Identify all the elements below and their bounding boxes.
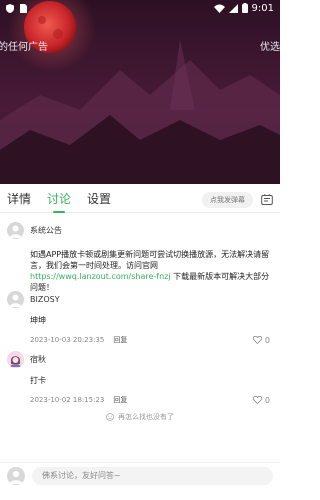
comment-text: 打卡: [30, 376, 46, 385]
like-button[interactable]: 0: [252, 395, 270, 405]
reply-button[interactable]: 回复: [113, 395, 127, 405]
player-page: 的任何广告 优选 9:01 详情 讨论 设置 点我发弹幕 系统公告 如遇APP播…: [0, 0, 280, 500]
comment-time: 2023-10-02 18:15:23: [30, 396, 105, 404]
comment-text: 如遇APP播放卡顿或剧集更新问题可尝试切换播放源，无法解决请留言，我们会第一时间…: [30, 249, 272, 293]
tab-details[interactable]: 详情: [7, 187, 31, 213]
smile-icon: [106, 413, 114, 421]
avatar: [7, 222, 24, 239]
official-site-link[interactable]: https://wwq.lanzout.com/share-fnzj: [30, 272, 171, 281]
end-tip-text: 再怎么找也没有了: [118, 413, 174, 421]
like-button[interactable]: 0: [252, 335, 270, 345]
danmaku-toggle-icon[interactable]: [261, 193, 273, 206]
reply-button[interactable]: 回复: [113, 335, 127, 345]
default-avatar-icon: [9, 294, 22, 307]
comment-username: BIZOSY: [30, 295, 60, 304]
list-item: 宿秋 打卡 2023-10-02 18:15:23 回复 0: [0, 351, 280, 406]
comment-input-bar: 佛系讨论，友好问答~: [0, 462, 280, 488]
comment-text: 坤坤: [30, 316, 46, 325]
tab-discussion[interactable]: 讨论: [47, 187, 71, 213]
user-avatar-image: [7, 351, 24, 368]
comment-meta: 2023-10-03 20:23:35 回复 0: [30, 334, 270, 346]
status-bar: 9:01: [0, 0, 280, 16]
clock: 9:01: [251, 2, 274, 14]
comment-username: 系统公告: [30, 226, 62, 235]
tab-bar: 详情 讨论 设置 点我发弹幕: [0, 187, 280, 213]
send-danmaku-button[interactable]: 点我发弹幕: [202, 191, 253, 208]
end-of-list-tip: 再怎么找也没有了: [0, 412, 280, 422]
wifi-icon: [213, 4, 225, 13]
signal-icon: [228, 3, 238, 13]
like-count: 0: [264, 395, 270, 405]
comment-time: 2023-10-03 20:23:35: [30, 336, 105, 344]
sim-icon: [20, 3, 27, 13]
list-item: 系统公告 如遇APP播放卡顿或剧集更新问题可尝试切换播放源，无法解决请留言，我们…: [0, 222, 280, 293]
heart-icon: [252, 336, 262, 344]
heart-icon: [252, 396, 262, 404]
video-player[interactable]: 的任何广告 优选: [0, 0, 280, 184]
comment-input[interactable]: 佛系讨论，友好问答~: [32, 466, 273, 485]
avatar[interactable]: [7, 351, 24, 368]
comment-meta: 2023-10-02 18:15:23 回复 0: [30, 394, 270, 406]
comment-username: 宿秋: [30, 355, 46, 364]
default-avatar-icon: [9, 225, 22, 238]
battery-icon: [241, 3, 248, 13]
video-frame: [0, 0, 280, 184]
danmaku-text-right: 优选: [260, 42, 280, 53]
tab-settings[interactable]: 设置: [87, 187, 111, 213]
list-item: BIZOSY 坤坤 2023-10-03 20:23:35 回复 0: [0, 291, 280, 346]
my-avatar[interactable]: [7, 466, 25, 485]
danmaku-text-left: 的任何广告: [0, 42, 48, 53]
notice-text: 如遇APP播放卡顿或剧集更新问题可尝试切换播放源，无法解决请留言，我们会第一时间…: [30, 250, 270, 270]
like-count: 0: [264, 335, 270, 345]
avatar[interactable]: [7, 291, 24, 308]
shield-icon: [6, 3, 14, 13]
default-avatar-icon: [9, 470, 23, 484]
